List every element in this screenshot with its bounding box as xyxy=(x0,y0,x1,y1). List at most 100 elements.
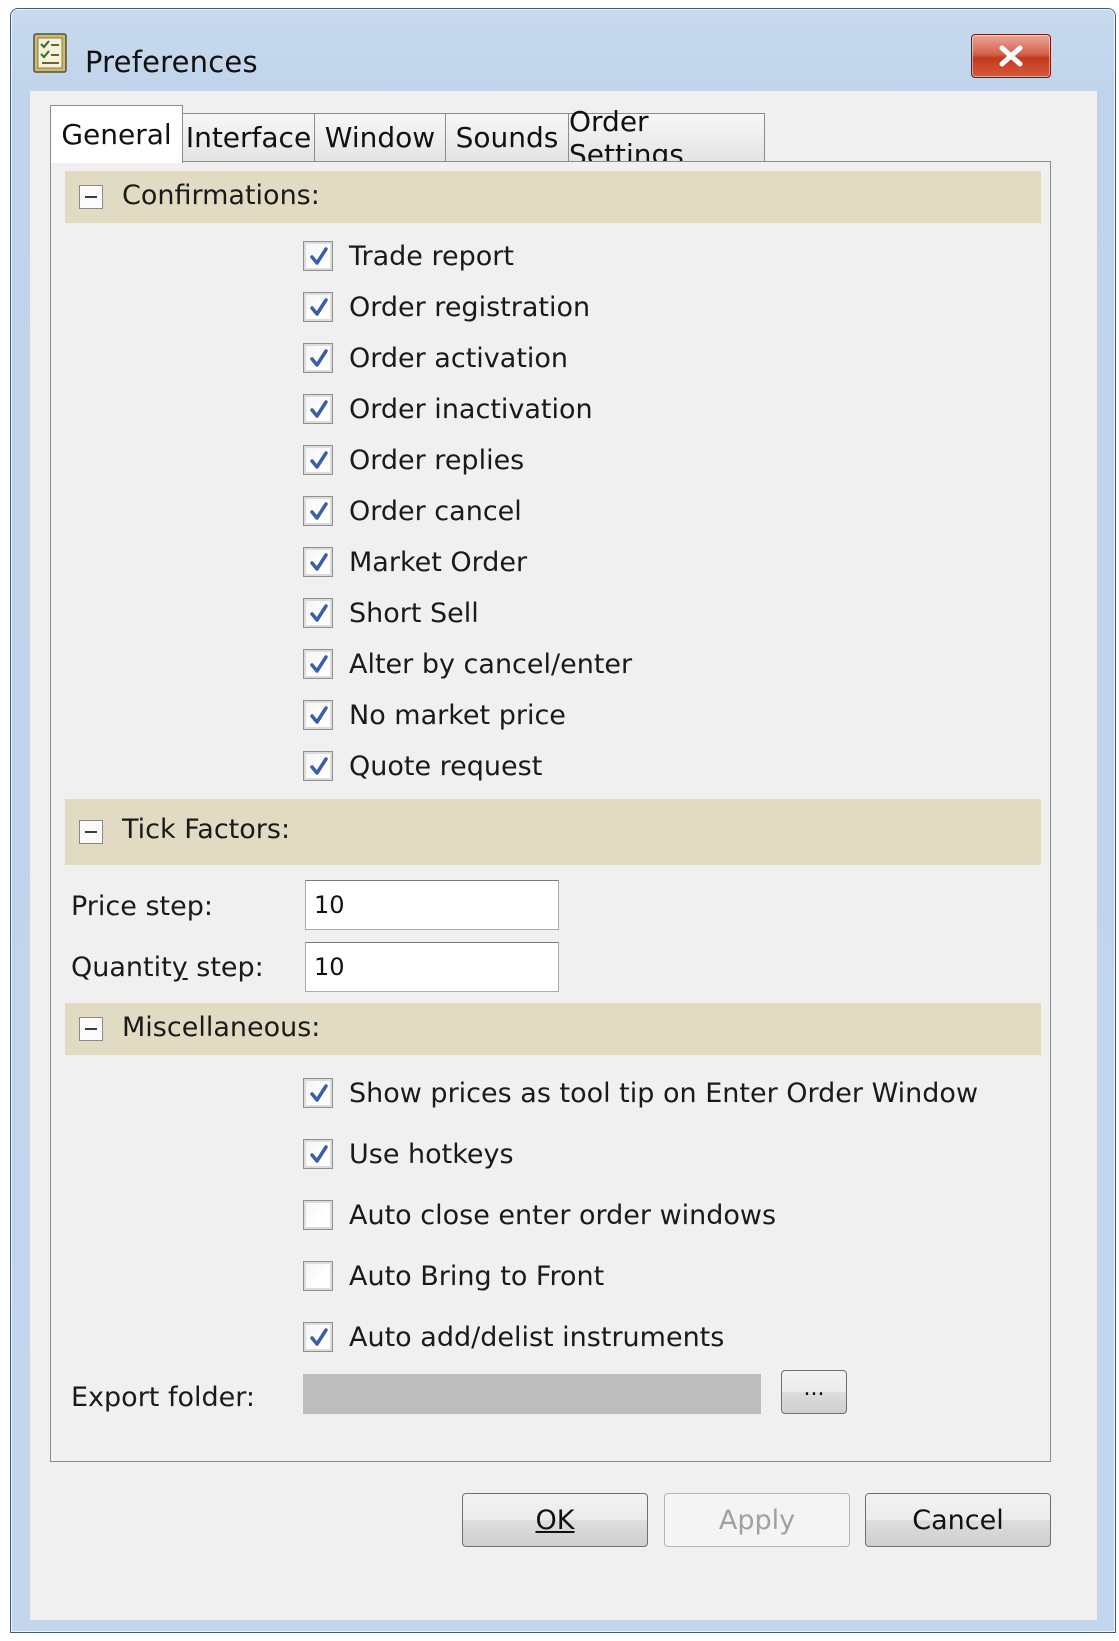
checkmark-icon xyxy=(310,247,328,265)
export-folder-field[interactable] xyxy=(303,1374,761,1414)
checkbox-unchecked[interactable] xyxy=(303,1261,333,1291)
tab-sounds-label: Sounds xyxy=(455,121,559,154)
confirmations-section-header[interactable]: Confirmations: xyxy=(65,171,1041,223)
checkmark-icon xyxy=(310,349,328,367)
ok-button[interactable]: OK xyxy=(462,1493,648,1547)
checkbox-label: Order activation xyxy=(349,342,569,374)
checkbox-row[interactable]: Short Sell xyxy=(303,593,479,633)
tab-general-label: General xyxy=(61,118,172,151)
checkmark-icon xyxy=(310,1145,328,1163)
tab-window-label: Window xyxy=(324,121,436,154)
checkmark-icon xyxy=(310,1328,328,1346)
tick-factors-section-header[interactable]: Tick Factors: xyxy=(65,799,1041,865)
quantity-step-input[interactable] xyxy=(305,942,559,992)
checkmark-icon xyxy=(310,502,328,520)
tab-general[interactable]: General xyxy=(50,105,183,163)
miscellaneous-title: Miscellaneous: xyxy=(122,1012,321,1043)
checkbox-label: Short Sell xyxy=(349,597,479,629)
checkbox-checked[interactable] xyxy=(303,649,333,679)
checkmark-icon xyxy=(310,298,328,316)
checkbox-label: Market Order xyxy=(349,546,528,578)
checkbox-unchecked[interactable] xyxy=(303,1200,333,1230)
checkbox-label: Show prices as tool tip on Enter Order W… xyxy=(349,1077,979,1109)
checkmark-icon xyxy=(310,553,328,571)
preferences-app-icon xyxy=(33,33,67,73)
cancel-button[interactable]: Cancel xyxy=(865,1493,1051,1547)
checkmark-icon xyxy=(310,655,328,673)
checkbox-row[interactable]: Alter by cancel/enter xyxy=(303,644,632,684)
checkbox-label: No market price xyxy=(349,699,566,731)
checkbox-label: Order registration xyxy=(349,291,591,323)
checkbox-checked[interactable] xyxy=(303,1078,333,1108)
tab-order-settings[interactable]: Order Settings xyxy=(568,105,765,171)
checkbox-checked[interactable] xyxy=(303,241,333,271)
checkbox-checked[interactable] xyxy=(303,700,333,730)
price-step-label: Price step: xyxy=(71,891,213,922)
checkbox-checked[interactable] xyxy=(303,1139,333,1169)
export-folder-label: Export folder: xyxy=(71,1382,255,1413)
apply-button[interactable]: Apply xyxy=(664,1493,850,1547)
price-step-input[interactable] xyxy=(305,880,559,930)
checkbox-row[interactable]: Use hotkeys xyxy=(303,1134,514,1174)
checkmark-icon xyxy=(310,706,328,724)
checkbox-label: Order replies xyxy=(349,444,525,476)
checkbox-checked[interactable] xyxy=(303,547,333,577)
checkbox-label: Alter by cancel/enter xyxy=(349,648,633,680)
checkmark-icon xyxy=(310,757,328,775)
checkbox-row[interactable]: Order replies xyxy=(303,440,524,480)
window-title: Preferences xyxy=(85,45,258,79)
checkbox-row[interactable]: Quote request xyxy=(303,746,542,786)
checkbox-row[interactable]: Auto close enter order windows xyxy=(303,1195,776,1235)
checkbox-checked[interactable] xyxy=(303,292,333,322)
browse-folder-button[interactable]: ... xyxy=(781,1370,847,1414)
checkbox-row[interactable]: Order inactivation xyxy=(303,389,593,429)
collapse-icon[interactable] xyxy=(79,1017,103,1041)
checkbox-label: Trade report xyxy=(349,240,514,272)
preferences-window: Preferences General Interface Window Sou… xyxy=(10,8,1116,1633)
checkbox-checked[interactable] xyxy=(303,1322,333,1352)
checkbox-label: Quote request xyxy=(349,750,543,782)
tab-window[interactable]: Window xyxy=(314,113,446,161)
checkbox-row[interactable]: Show prices as tool tip on Enter Order W… xyxy=(303,1073,978,1113)
checkbox-checked[interactable] xyxy=(303,751,333,781)
checkbox-checked[interactable] xyxy=(303,496,333,526)
checkbox-row[interactable]: Auto add/delist instruments xyxy=(303,1317,724,1357)
checkbox-row[interactable]: Trade report xyxy=(303,236,514,276)
checkbox-row[interactable]: Auto Bring to Front xyxy=(303,1256,604,1296)
collapse-icon[interactable] xyxy=(79,185,103,209)
checkbox-row[interactable]: Order activation xyxy=(303,338,568,378)
checkbox-checked[interactable] xyxy=(303,343,333,373)
apply-button-label: Apply xyxy=(718,1504,796,1536)
dialog-client-area: General Interface Window Sounds Order Se… xyxy=(30,91,1097,1620)
checkbox-label: Order inactivation xyxy=(349,393,593,425)
checkbox-label: Auto close enter order windows xyxy=(349,1199,777,1231)
close-button[interactable] xyxy=(971,34,1051,78)
tab-sounds[interactable]: Sounds xyxy=(445,113,569,161)
tick-factors-title: Tick Factors: xyxy=(122,814,291,845)
general-tab-page: Confirmations: Trade report Order registr… xyxy=(50,161,1051,1462)
collapse-icon[interactable] xyxy=(79,820,103,844)
checkbox-label: Auto add/delist instruments xyxy=(349,1321,725,1353)
checkbox-checked[interactable] xyxy=(303,445,333,475)
checkbox-row[interactable]: No market price xyxy=(303,695,566,735)
miscellaneous-section-header[interactable]: Miscellaneous: xyxy=(65,1003,1041,1055)
checkbox-row[interactable]: Order registration xyxy=(303,287,590,327)
quantity-step-label: Quantity step: xyxy=(71,952,264,983)
checkbox-checked[interactable] xyxy=(303,394,333,424)
checkmark-icon xyxy=(310,400,328,418)
checkbox-row[interactable]: Order cancel xyxy=(303,491,522,531)
close-icon xyxy=(999,45,1023,67)
checkmark-icon xyxy=(310,604,328,622)
confirmations-title: Confirmations: xyxy=(122,180,320,211)
checkbox-label: Auto Bring to Front xyxy=(349,1260,605,1292)
checkbox-checked[interactable] xyxy=(303,598,333,628)
checkbox-label: Use hotkeys xyxy=(349,1138,514,1170)
tab-interface-label: Interface xyxy=(185,121,312,154)
tab-interface[interactable]: Interface xyxy=(182,113,315,161)
cancel-button-label: Cancel xyxy=(912,1504,1004,1536)
checkbox-row[interactable]: Market Order xyxy=(303,542,527,582)
checkmark-icon xyxy=(310,1084,328,1102)
checkbox-label: Order cancel xyxy=(349,495,522,527)
ok-button-label: OK xyxy=(535,1504,575,1536)
checkmark-icon xyxy=(310,451,328,469)
